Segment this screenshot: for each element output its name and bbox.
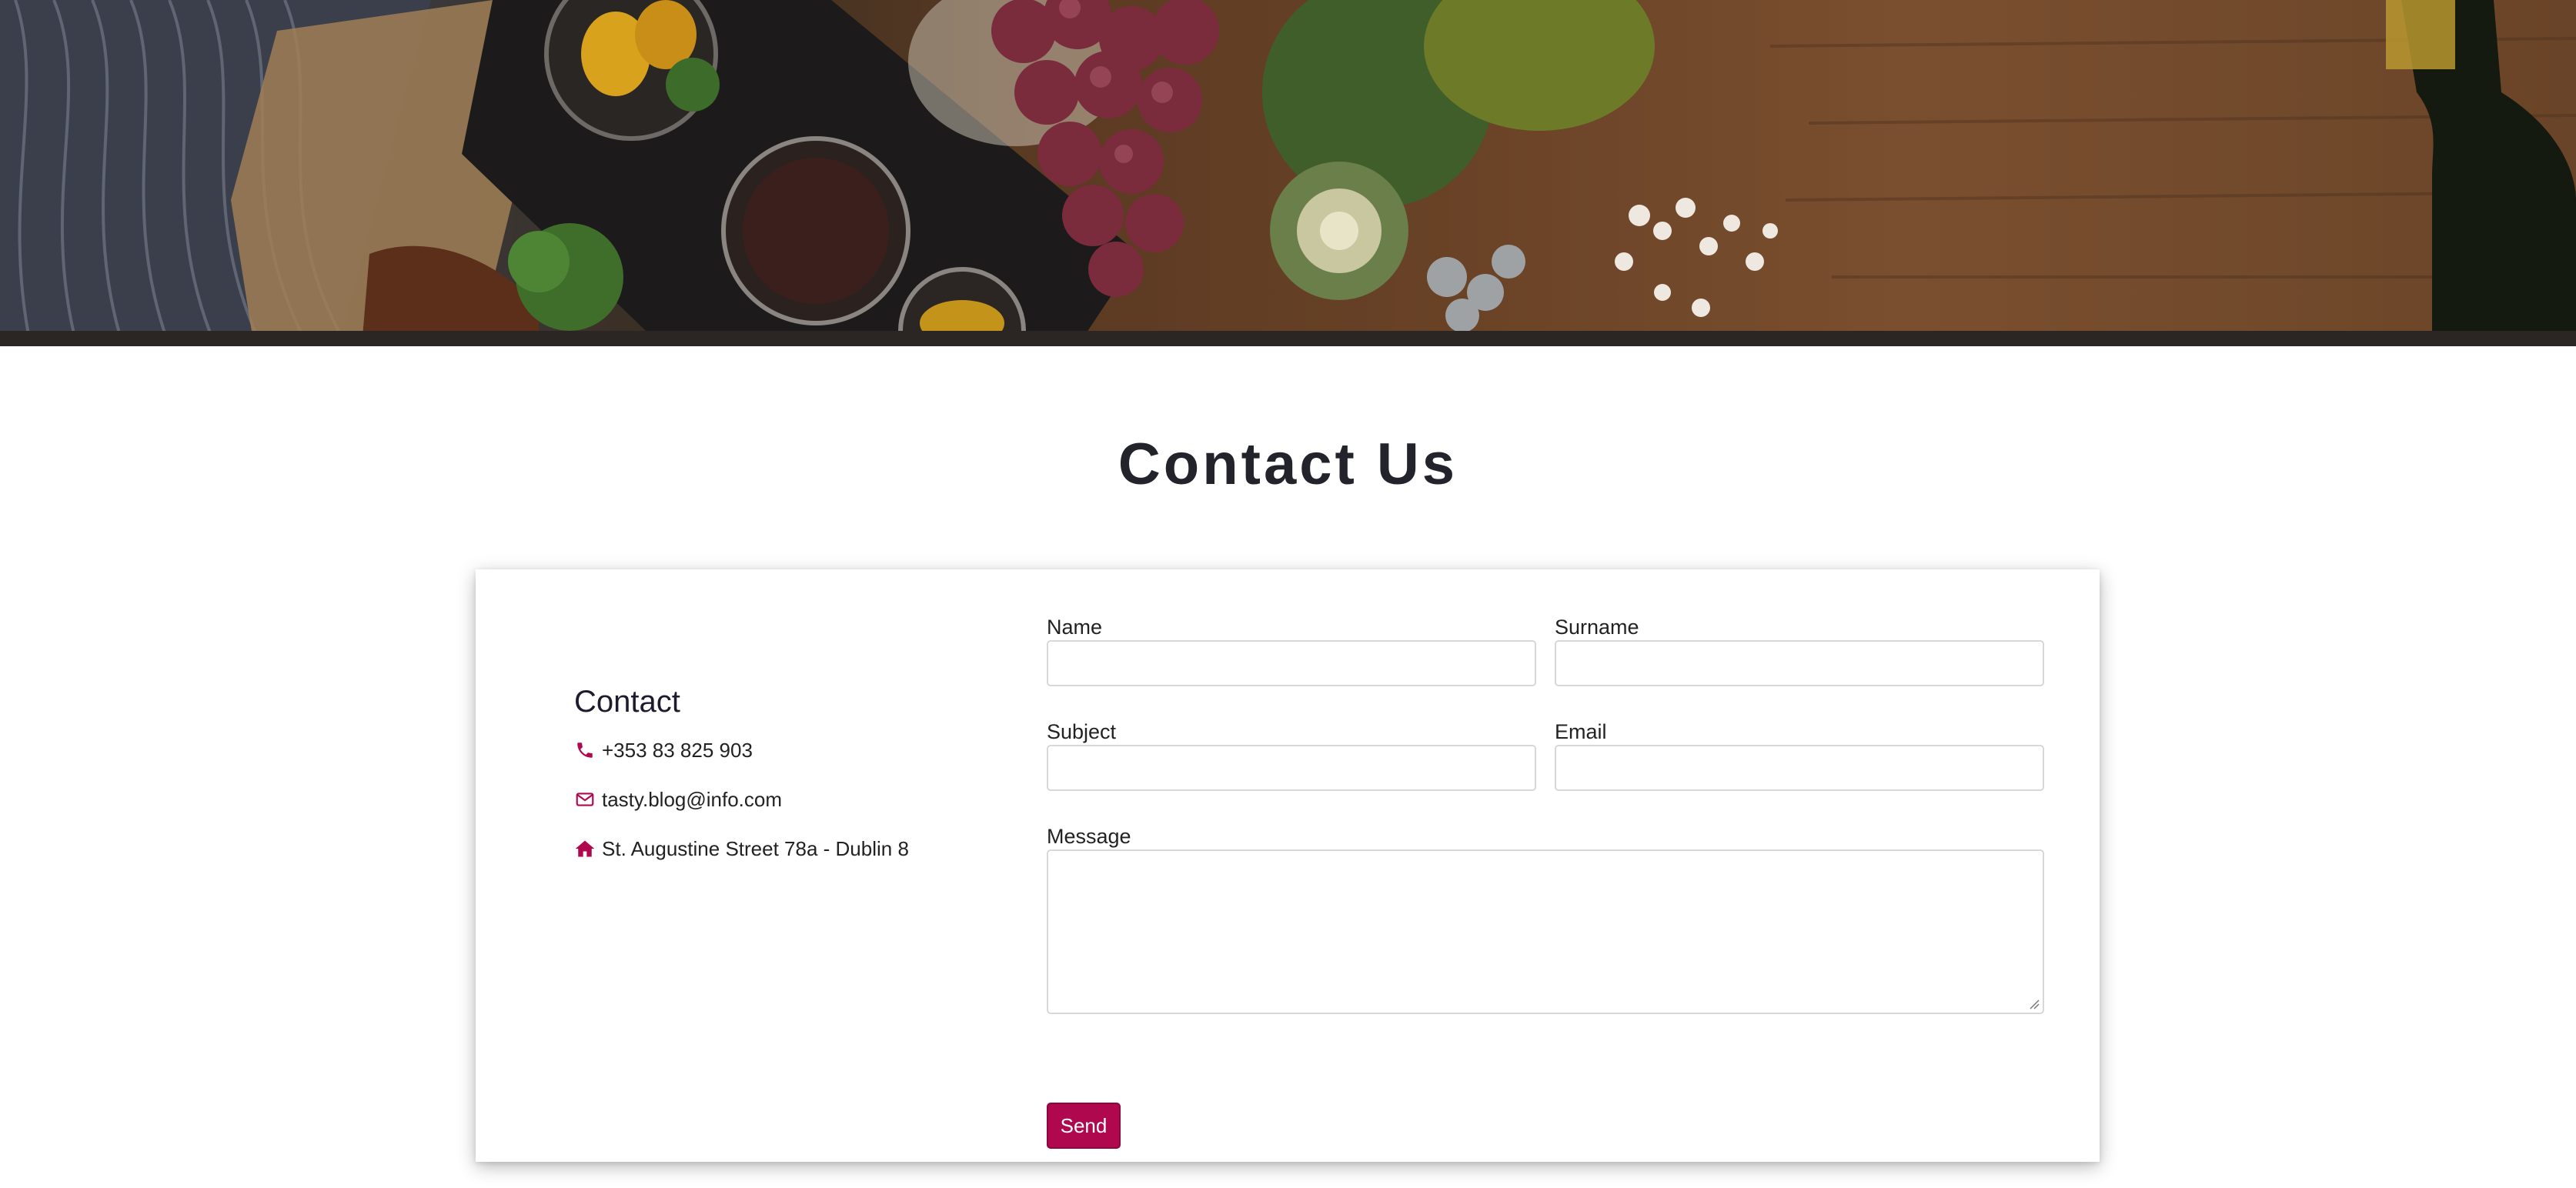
hero-banner bbox=[0, 0, 2576, 346]
email-input[interactable] bbox=[1555, 745, 2044, 791]
contact-card: Contact +353 83 825 903 tasty.blog@info.… bbox=[476, 569, 2100, 1162]
hero-bottom-strip bbox=[0, 331, 2576, 346]
email-label: Email bbox=[1555, 720, 1607, 743]
send-button[interactable]: Send bbox=[1047, 1103, 1121, 1149]
contact-heading: Contact bbox=[574, 685, 680, 719]
contact-info: Contact +353 83 825 903 tasty.blog@info.… bbox=[574, 685, 974, 881]
food-photo-banner bbox=[0, 0, 2576, 346]
contact-phone: +353 83 825 903 bbox=[602, 738, 753, 762]
home-icon bbox=[574, 838, 596, 859]
name-label: Name bbox=[1047, 616, 1103, 639]
subject-label: Subject bbox=[1047, 720, 1117, 743]
message-textarea[interactable] bbox=[1047, 849, 2044, 1014]
flowers bbox=[1615, 198, 1778, 317]
envelope-icon bbox=[574, 789, 596, 810]
subject-input[interactable] bbox=[1047, 745, 1536, 791]
phone-icon bbox=[574, 739, 596, 761]
contact-address-row: St. Augustine Street 78a - Dublin 8 bbox=[574, 832, 974, 866]
name-input[interactable] bbox=[1047, 640, 1536, 686]
surname-label: Surname bbox=[1555, 616, 1639, 639]
contact-email: tasty.blog@info.com bbox=[602, 787, 783, 811]
wine-bottle bbox=[2386, 0, 2576, 346]
contact-email-row: tasty.blog@info.com bbox=[574, 783, 974, 816]
page-title: Contact Us bbox=[1118, 432, 1458, 497]
contact-phone-row: +353 83 825 903 bbox=[574, 733, 974, 767]
resize-grip-icon[interactable] bbox=[2027, 997, 2040, 1009]
contact-address: St. Augustine Street 78a - Dublin 8 bbox=[602, 836, 909, 860]
surname-input[interactable] bbox=[1555, 640, 2044, 686]
message-label: Message bbox=[1047, 825, 1131, 848]
